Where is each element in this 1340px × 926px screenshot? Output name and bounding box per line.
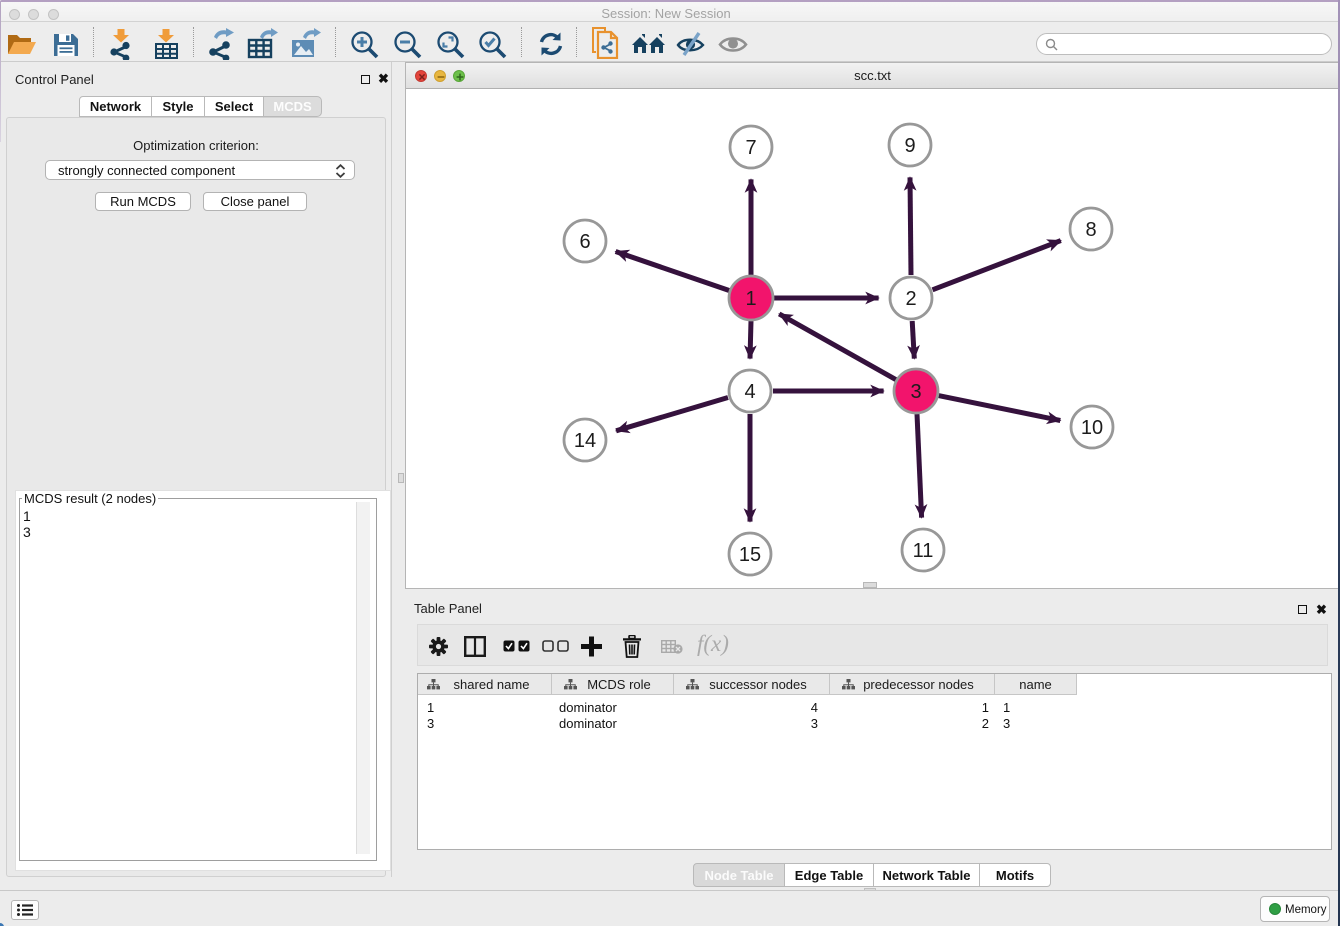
svg-text:9: 9 (904, 135, 915, 157)
svg-text:15: 15 (739, 544, 761, 566)
svg-text:6: 6 (579, 231, 590, 253)
svg-text:2: 2 (905, 288, 916, 310)
svg-text:1: 1 (745, 288, 756, 310)
svg-text:7: 7 (745, 137, 756, 159)
svg-text:11: 11 (913, 540, 934, 562)
svg-text:4: 4 (744, 381, 755, 403)
svg-text:14: 14 (574, 430, 596, 452)
svg-text:10: 10 (1081, 417, 1103, 439)
svg-text:3: 3 (910, 381, 921, 403)
svg-text:8: 8 (1085, 219, 1096, 241)
